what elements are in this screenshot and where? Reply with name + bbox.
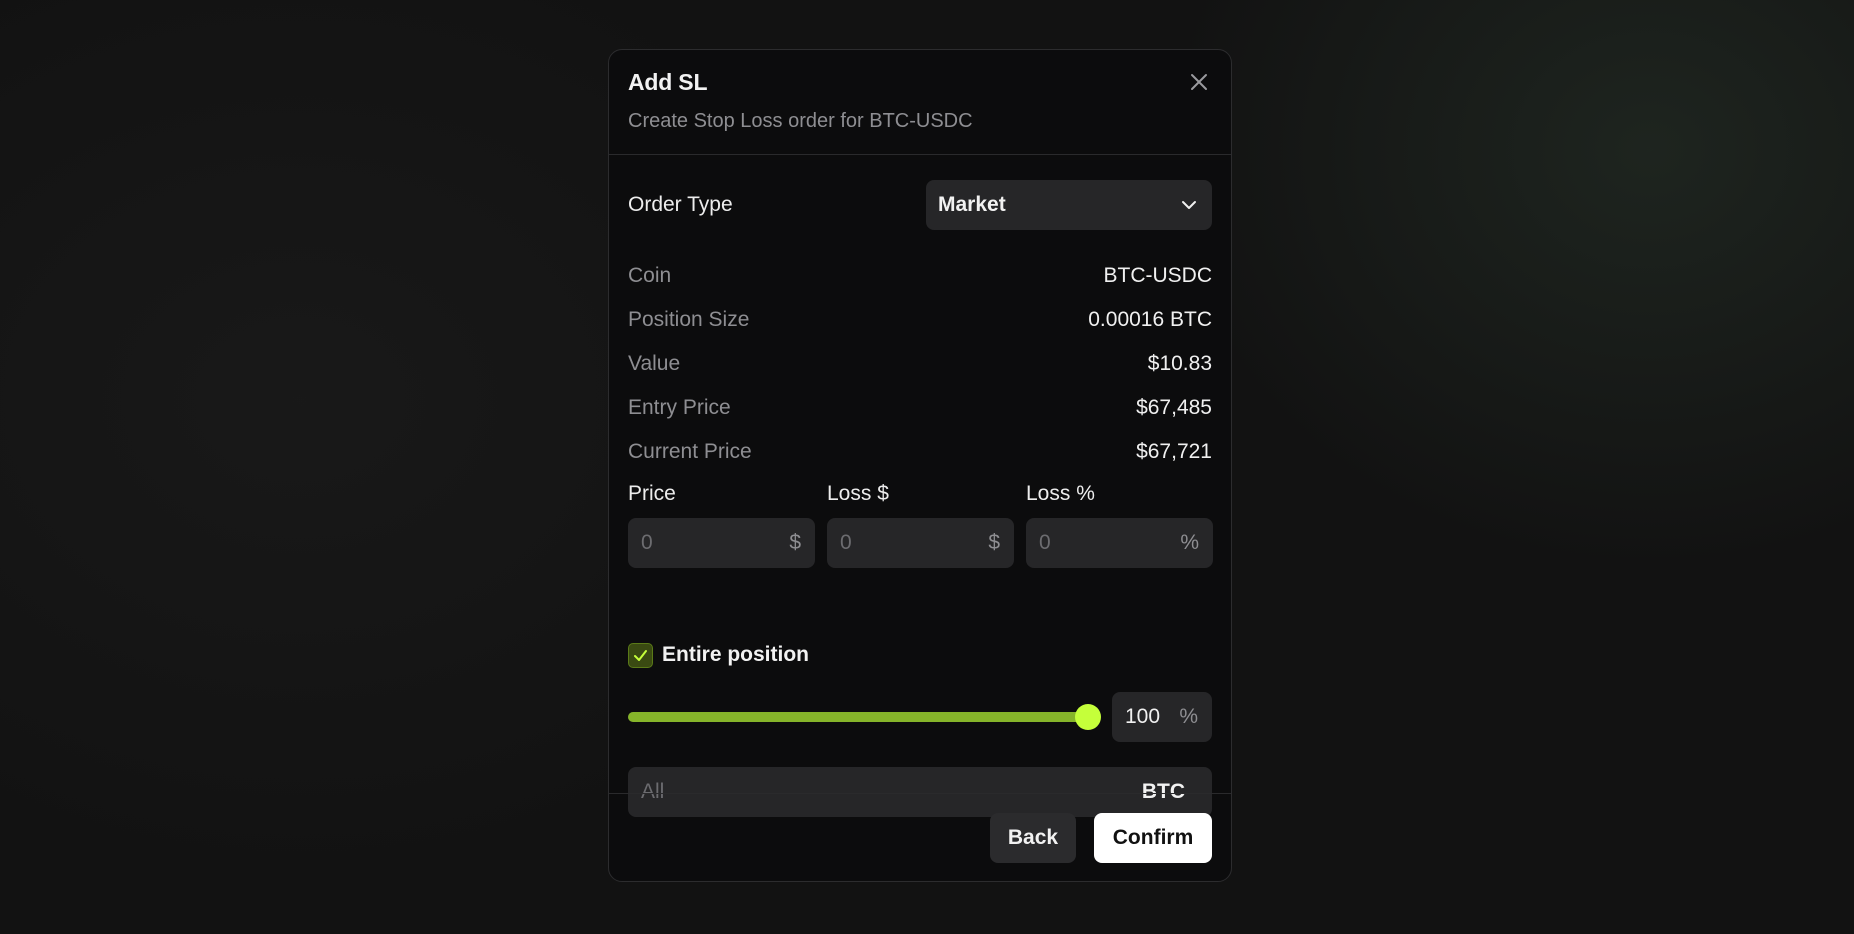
info-value: $10.83 xyxy=(1147,352,1212,375)
info-label: Value xyxy=(628,352,681,375)
close-button[interactable] xyxy=(1185,68,1213,96)
entire-position-label[interactable]: Entire position xyxy=(662,643,809,667)
info-value: $67,721 xyxy=(1136,440,1212,463)
dialog-title: Add SL xyxy=(628,69,708,95)
price-field: $ xyxy=(628,518,815,568)
info-label: Entry Price xyxy=(628,396,731,419)
info-row-current-price: Current Price $67,721 xyxy=(628,440,1212,470)
size-percent-input[interactable] xyxy=(1125,692,1175,742)
price-label: Price xyxy=(628,482,676,505)
info-row-position-size: Position Size 0.00016 BTC xyxy=(628,308,1212,338)
close-icon xyxy=(1191,74,1207,90)
info-row-coin: Coin BTC-USDC xyxy=(628,264,1212,294)
add-sl-dialog: Add SL Create Stop Loss order for BTC-US… xyxy=(608,49,1232,882)
order-type-select[interactable]: Market xyxy=(926,180,1212,230)
loss-usd-input[interactable] xyxy=(840,518,970,568)
info-value: BTC-USDC xyxy=(1103,264,1213,287)
check-icon xyxy=(634,650,647,661)
order-type-label: Order Type xyxy=(628,193,733,216)
info-row-value: Value $10.83 xyxy=(628,352,1212,382)
back-button[interactable]: Back xyxy=(990,813,1076,863)
slider-thumb[interactable] xyxy=(1075,704,1101,730)
order-type-row: Order Type Market xyxy=(628,180,1212,230)
loss-pct-input[interactable] xyxy=(1039,518,1169,568)
dialog-header: Add SL Create Stop Loss order for BTC-US… xyxy=(609,50,1231,155)
slider-fill xyxy=(628,712,1088,722)
dialog-subtitle: Create Stop Loss order for BTC-USDC xyxy=(628,110,973,132)
loss-usd-suffix: $ xyxy=(988,531,1000,554)
entire-position-checkbox[interactable] xyxy=(628,643,653,668)
info-label: Current Price xyxy=(628,440,752,463)
confirm-button[interactable]: Confirm xyxy=(1094,813,1212,863)
loss-usd-label: Loss $ xyxy=(827,482,889,505)
dialog-footer: Back Confirm xyxy=(609,793,1231,881)
price-suffix: $ xyxy=(789,531,801,554)
loss-pct-field: % xyxy=(1026,518,1213,568)
size-percent-field: % xyxy=(1112,692,1212,742)
position-size-slider[interactable] xyxy=(628,702,1101,732)
info-row-entry-price: Entry Price $67,485 xyxy=(628,396,1212,426)
loss-usd-field: $ xyxy=(827,518,1014,568)
size-percent-suffix: % xyxy=(1179,705,1198,728)
loss-pct-suffix: % xyxy=(1180,531,1199,554)
order-type-value: Market xyxy=(938,193,1006,216)
info-label: Coin xyxy=(628,264,672,287)
chevron-down-icon xyxy=(1182,201,1196,209)
info-value: $67,485 xyxy=(1136,396,1212,419)
loss-pct-label: Loss % xyxy=(1026,482,1095,505)
price-input[interactable] xyxy=(641,518,771,568)
info-label: Position Size xyxy=(628,308,750,331)
info-value: 0.00016 BTC xyxy=(1088,308,1212,331)
